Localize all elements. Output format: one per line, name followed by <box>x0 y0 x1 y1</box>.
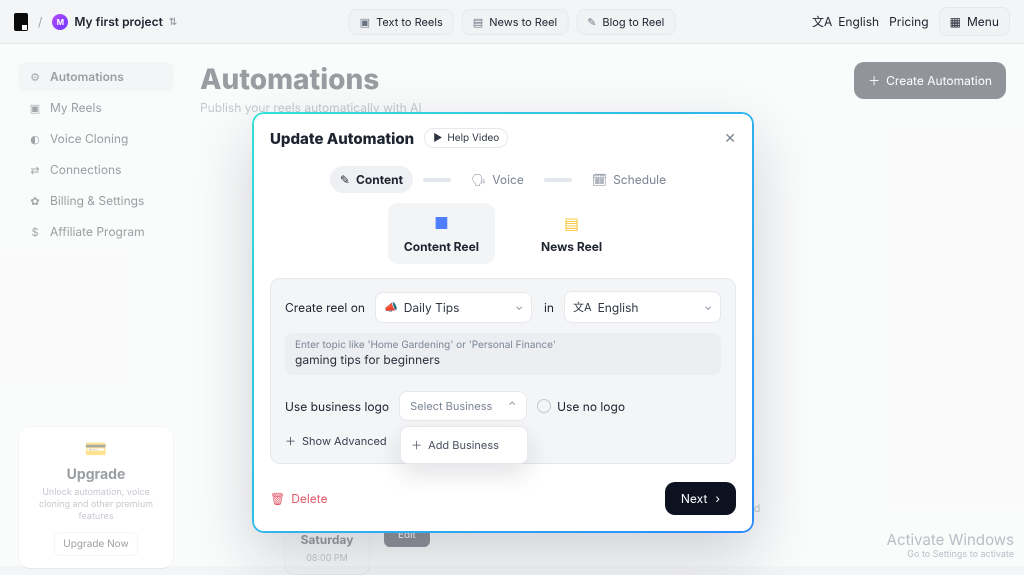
megaphone-icon: 📣 <box>384 300 398 314</box>
os-watermark: Activate Windows Go to Settings to activ… <box>887 530 1014 560</box>
step-voice[interactable]: 🗣 Voice <box>461 166 534 193</box>
content-form: Create reel on 📣 Daily Tips ⌄ in 文A Engl… <box>270 278 736 464</box>
reel-type-row: ■ Content Reel ▤ News Reel <box>270 203 736 264</box>
project-avatar: M <box>52 14 68 30</box>
updown-icon: ⇅ <box>169 16 175 28</box>
step-divider <box>423 178 451 182</box>
tool-text-to-reels[interactable]: ▣ Text to Reels <box>349 9 454 35</box>
plus-icon: ＋ <box>285 433 296 449</box>
tool-label: Blog to Reel <box>602 15 664 29</box>
tool-label: News to Reel <box>489 15 557 29</box>
news-icon: ▤ <box>473 15 483 29</box>
step-content[interactable]: ✎ Content <box>330 166 413 193</box>
trash-icon: 🗑 <box>270 491 285 506</box>
no-logo-label: Use no logo <box>557 399 625 414</box>
language-select[interactable]: 文A English ⌄ <box>564 291 721 323</box>
delete-label: Delete <box>291 491 327 506</box>
modal-title: Update Automation <box>270 129 414 148</box>
breadcrumb-sep: / <box>38 14 42 29</box>
use-no-logo-radio[interactable]: Use no logo <box>537 399 625 414</box>
tool-label: Text to Reels <box>376 15 443 29</box>
video-icon: ■ <box>404 213 479 233</box>
show-advanced-label: Show Advanced <box>302 434 387 448</box>
tool-blog-to-reel[interactable]: ✎ Blog to Reel <box>576 9 675 35</box>
next-label: Next <box>681 491 707 506</box>
business-select[interactable]: Select Business ⌃ ＋ Add Business <box>399 391 527 421</box>
plus-icon: ＋ <box>411 437 422 453</box>
translate-icon: 文A <box>812 13 832 30</box>
chevron-up-icon: ⌃ <box>508 400 516 412</box>
blog-icon: ✎ <box>587 15 596 29</box>
topic-placeholder: Enter topic like 'Home Gardening' or 'Pe… <box>295 339 711 351</box>
type-label: News Reel <box>541 239 602 254</box>
header-tools: ▣ Text to Reels ▤ News to Reel ✎ Blog to… <box>349 9 676 35</box>
type-news-reel[interactable]: ▤ News Reel <box>525 203 618 264</box>
step-divider <box>544 178 572 182</box>
radio-icon <box>537 399 551 413</box>
person-voice-icon: 🗣 <box>471 172 486 187</box>
next-button[interactable]: Next › <box>665 482 736 515</box>
add-business-option[interactable]: Add Business <box>428 438 499 452</box>
stepper: ✎ Content 🗣 Voice 🗓 Schedule <box>270 166 736 193</box>
chevron-right-icon: › <box>715 491 720 506</box>
create-on-label: Create reel on <box>285 300 365 315</box>
help-video-button[interactable]: ▶ Help Video <box>424 128 508 148</box>
top-bar: / M My first project ⇅ ▣ Text to Reels ▤… <box>0 0 1024 44</box>
camera-icon: ▣ <box>360 15 370 29</box>
type-content-reel[interactable]: ■ Content Reel <box>388 203 495 264</box>
menu-button[interactable]: ▦ Menu <box>939 7 1010 36</box>
language-switch[interactable]: 文A English <box>812 13 879 30</box>
edit-icon: ✎ <box>340 172 350 187</box>
step-schedule[interactable]: 🗓 Schedule <box>582 166 676 193</box>
delete-button[interactable]: 🗑 Delete <box>270 491 328 506</box>
chevron-down-icon: ⌄ <box>704 301 712 313</box>
topic-value: gaming tips for beginners <box>295 352 711 367</box>
watermark-sub: Go to Settings to activate <box>887 549 1014 560</box>
topic-input[interactable]: Enter topic like 'Home Gardening' or 'Pe… <box>285 333 721 375</box>
close-icon[interactable]: ✕ <box>724 130 736 147</box>
calendar-icon: 🗓 <box>592 172 607 187</box>
grid-icon: ▦ <box>950 14 961 29</box>
step-label: Voice <box>492 172 524 187</box>
language-label: English <box>838 14 879 29</box>
step-label: Schedule <box>613 172 666 187</box>
play-icon: ▶ <box>433 132 442 144</box>
watermark-title: Activate Windows <box>887 530 1014 549</box>
pricing-link[interactable]: Pricing <box>889 14 929 29</box>
business-placeholder: Select Business <box>410 399 492 413</box>
menu-label: Menu <box>967 14 999 29</box>
language-value: English <box>598 300 639 315</box>
project-name: My first project <box>74 14 163 29</box>
step-label: Content <box>356 172 403 187</box>
category-select[interactable]: 📣 Daily Tips ⌄ <box>375 292 532 323</box>
update-automation-modal: Update Automation ▶ Help Video ✕ ✎ Conte… <box>252 112 754 533</box>
chevron-down-icon: ⌄ <box>515 301 523 313</box>
translate-icon: 文A <box>573 299 592 315</box>
project-selector[interactable]: M My first project ⇅ <box>52 14 175 30</box>
app-logo <box>14 13 28 31</box>
category-value: Daily Tips <box>404 300 460 315</box>
news-icon: ▤ <box>541 213 602 233</box>
in-label: in <box>544 300 554 315</box>
topbar-right: 文A English Pricing ▦ Menu <box>812 7 1010 36</box>
type-label: Content Reel <box>404 239 479 254</box>
business-dropdown: ＋ Add Business <box>400 426 528 464</box>
tool-news-to-reel[interactable]: ▤ News to Reel <box>462 9 568 35</box>
help-label: Help Video <box>447 132 499 144</box>
business-logo-label: Use business logo <box>285 399 389 414</box>
